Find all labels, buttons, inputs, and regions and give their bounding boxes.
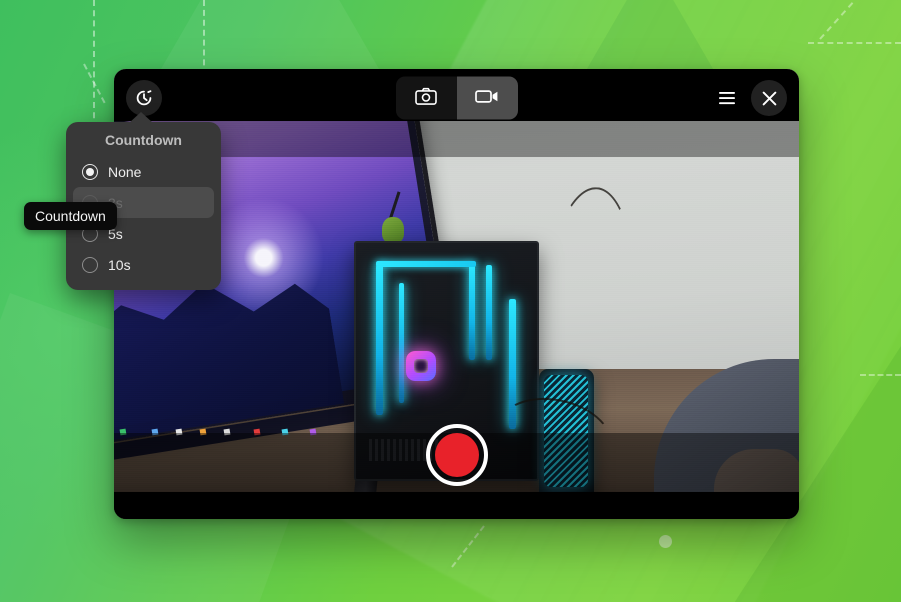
record-button-inner (434, 433, 479, 477)
hamburger-menu-icon (718, 91, 736, 105)
radio-button-icon (82, 163, 98, 180)
headerbar-right-controls (709, 80, 787, 116)
desktop-background: Countdown None 3s 5s 10s Countdown (0, 0, 901, 602)
countdown-option-label: 10s (108, 256, 131, 273)
preview-rgb-strip (399, 283, 404, 403)
headerbar (114, 69, 799, 127)
capture-mode-switcher[interactable] (395, 76, 518, 120)
popover-title: Countdown (105, 132, 182, 148)
tab-video-mode[interactable] (456, 76, 518, 120)
preview-pc-logo (406, 351, 436, 381)
popover-arrow (129, 112, 153, 123)
tab-photo-mode[interactable] (395, 76, 457, 120)
radio-button-icon (82, 256, 98, 273)
video-camera-icon (475, 89, 499, 108)
preview-rgb-strip (376, 265, 383, 415)
countdown-option-none[interactable]: None (73, 156, 214, 187)
headerbar-left-controls (126, 80, 162, 116)
background-dashed-line-7 (83, 63, 106, 104)
countdown-option-label: None (108, 163, 142, 180)
countdown-option-10s[interactable]: 10s (73, 249, 214, 280)
preview-rgb-strip (469, 265, 475, 360)
photo-camera-icon (415, 87, 437, 109)
countdown-tooltip: Countdown (24, 202, 117, 230)
preview-rgb-strip (486, 265, 492, 360)
timer-icon (134, 88, 154, 108)
background-dashed-line-3 (808, 42, 901, 44)
background-dashed-line-4 (819, 0, 868, 40)
preview-rgb-strip (376, 261, 476, 267)
background-dot-decoration (659, 535, 672, 548)
countdown-timer-button[interactable] (126, 80, 162, 116)
preview-plant (382, 217, 404, 243)
background-dashed-line-5 (860, 374, 901, 376)
close-window-button[interactable] (751, 80, 787, 116)
record-button[interactable] (425, 424, 488, 486)
background-dashed-line-6 (451, 525, 485, 568)
preview-letterbox-bottom (114, 492, 799, 519)
main-menu-button[interactable] (709, 80, 745, 116)
close-x-icon (762, 91, 777, 106)
